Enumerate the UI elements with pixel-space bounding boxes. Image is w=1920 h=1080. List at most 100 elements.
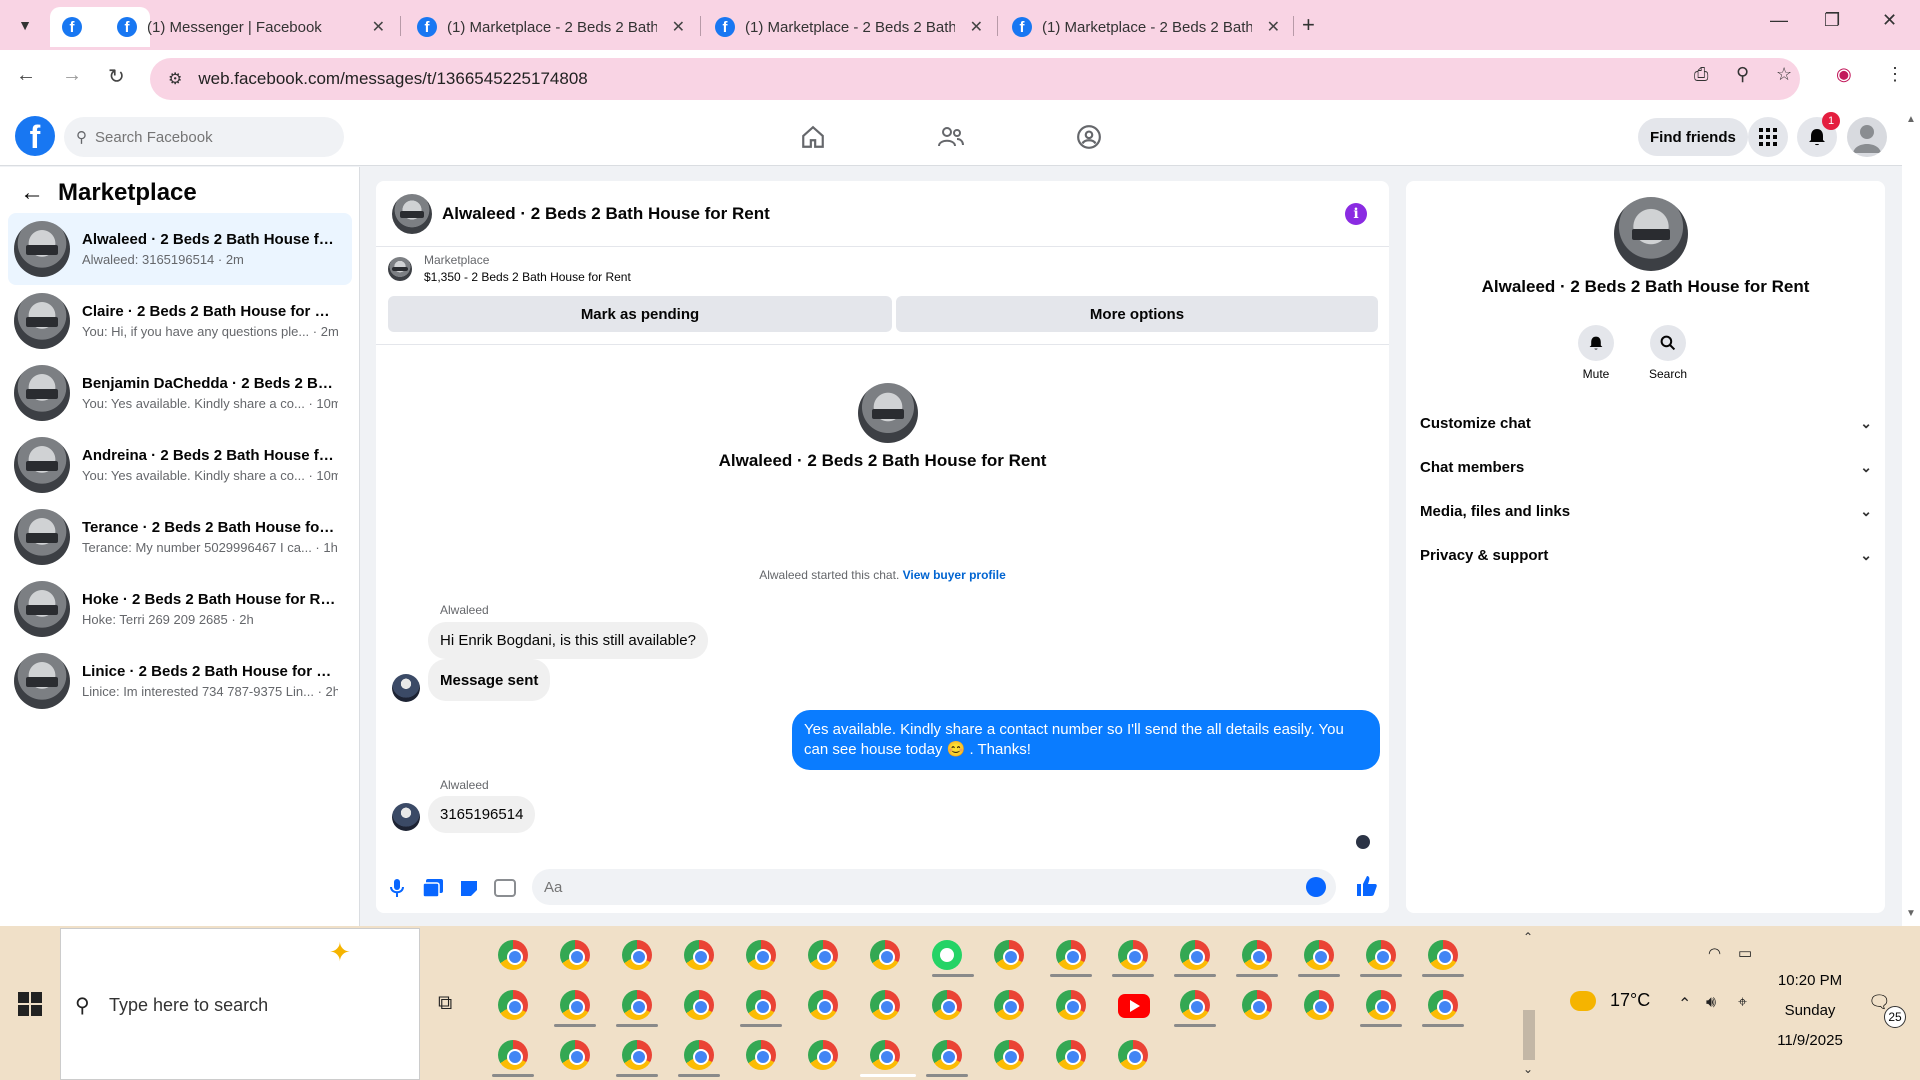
chrome-profile-icon[interactable] [932,990,962,1020]
page-scrollbar[interactable]: ▲ ▼ [1902,108,1920,926]
system-clock[interactable]: 10:20 PM Sunday 11/9/2025 [1740,966,1880,1056]
tab-close-icon[interactable]: ✕ [1267,17,1280,37]
chrome-profile-icon[interactable] [684,1040,714,1070]
groups-icon[interactable] [1074,122,1104,152]
privacy-support-row[interactable]: Privacy & support ⌄ [1420,537,1872,573]
chrome-profile-icon[interactable] [684,940,714,970]
chrome-profile-icon[interactable] [498,990,528,1020]
info-icon[interactable]: i [1345,203,1367,225]
bookmark-star-icon[interactable]: ☆ [1776,64,1792,85]
chrome-profile-icon[interactable] [1366,940,1396,970]
photo-icon[interactable] [422,877,444,899]
sticker-icon[interactable] [458,877,480,899]
conversation-item[interactable]: Terance · 2 Beds 2 Bath House for ... Te… [8,501,352,573]
chrome-profile-icon[interactable] [560,1040,590,1070]
chrome-profile-icon[interactable] [1242,940,1272,970]
chrome-profile-icon[interactable] [746,940,776,970]
taskbar-search-box[interactable]: ⚲ Type here to search ✦ [60,928,420,1080]
scroll-up-icon[interactable]: ▲ [1906,114,1916,125]
media-files-links-row[interactable]: Media, files and links ⌄ [1420,493,1872,529]
friends-icon[interactable] [936,122,966,152]
facebook-search-input[interactable] [95,128,315,146]
forward-arrow-icon[interactable]: → [62,64,82,87]
sender-avatar[interactable] [392,674,420,702]
weather-widget[interactable]: 17°C [1570,990,1650,1011]
chrome-profile-icon[interactable] [870,940,900,970]
chrome-profile-icon[interactable] [622,940,652,970]
chrome-profile-icon[interactable] [870,990,900,1020]
reload-icon[interactable]: ↻ [108,64,125,89]
new-tab-plus-icon[interactable]: + [1302,12,1315,38]
back-arrow-icon[interactable]: ← [16,64,36,87]
chrome-profile-icon[interactable] [1428,990,1458,1020]
chrome-profile-icon[interactable] [870,1040,900,1070]
address-bar[interactable]: ⚙ web.facebook.com/messages/t/1366545225… [150,58,1800,100]
emoji-icon[interactable] [1306,877,1326,897]
restore-icon[interactable]: ❐ [1824,10,1840,31]
taskbar-search-placeholder[interactable]: Type here to search [109,995,268,1016]
install-app-icon[interactable]: ⎙ [1694,64,1708,85]
conversation-item[interactable]: Claire · 2 Beds 2 Bath House for Re... Y… [8,285,352,357]
tab-marketplace-3[interactable]: f (1) Marketplace - 2 Beds 2 Bath ✕ [1000,7,1290,47]
scroll-down-icon[interactable]: ▼ [1906,908,1916,919]
chrome-profile-icon[interactable] [1180,990,1210,1020]
profile-icon[interactable]: ◉ [1836,64,1852,85]
tab-close-icon[interactable]: ✕ [970,17,983,37]
chrome-profile-icon[interactable] [560,990,590,1020]
chrome-profile-icon[interactable] [1428,940,1458,970]
chrome-profile-icon[interactable] [994,940,1024,970]
search-in-chat-button[interactable]: Search [1638,325,1698,381]
taskbar-overflow-scroll[interactable]: ⌃ ⌄ [1522,930,1536,1076]
mute-button[interactable]: Mute [1566,325,1626,381]
microphone-icon[interactable] [386,877,408,899]
chrome-profile-icon[interactable] [1366,990,1396,1020]
chrome-profile-icon[interactable] [808,940,838,970]
gif-icon[interactable] [494,877,516,899]
chrome-profile-icon[interactable] [498,940,528,970]
chrome-profile-icon[interactable] [622,1040,652,1070]
chrome-profile-icon[interactable] [1056,940,1086,970]
sender-avatar[interactable] [392,803,420,831]
chrome-profile-icon[interactable] [560,940,590,970]
youtube-icon[interactable] [1118,994,1150,1018]
back-arrow-icon[interactable]: ← [20,179,44,207]
tab-messenger-facebook[interactable]: f (1) Messenger | Facebook ✕ [105,7,395,47]
chrome-profile-icon[interactable] [994,1040,1024,1070]
message-input-box[interactable] [532,869,1336,905]
scroll-thumb[interactable] [1523,1010,1535,1060]
chrome-profile-icon[interactable] [1118,1040,1148,1070]
chrome-profile-icon[interactable] [684,990,714,1020]
chrome-profile-icon[interactable] [808,1040,838,1070]
customize-chat-row[interactable]: Customize chat ⌄ [1420,405,1872,441]
find-friends-button[interactable]: Find friends [1638,118,1748,156]
site-info-icon[interactable]: ⚙ [168,69,182,89]
task-view-icon[interactable]: ⧉ [438,992,452,1015]
windows-start-icon[interactable] [18,992,42,1016]
chat-title[interactable]: Alwaleed · 2 Beds 2 Bath House for Rent [442,204,770,224]
tab-search-chevron-icon[interactable]: ▼ [10,12,40,38]
chrome-profile-icon[interactable] [1118,940,1148,970]
browser-menu-icon[interactable]: ⋮ [1886,64,1904,85]
chrome-profile-icon[interactable] [1242,990,1272,1020]
tab-marketplace-1[interactable]: f (1) Marketplace - 2 Beds 2 Bath ✕ [405,7,695,47]
mark-as-pending-button[interactable]: Mark as pending [388,296,892,332]
more-options-button[interactable]: More options [896,296,1378,332]
conversation-item[interactable]: Benjamin DaChedda · 2 Beds 2 Bat... You:… [8,357,352,429]
chrome-profile-icon[interactable] [932,1040,962,1070]
volume-icon[interactable]: 🔊︎ [1706,994,1716,1012]
marketplace-listing-strip[interactable]: Marketplace $1,350 - 2 Beds 2 Bath House… [388,253,631,284]
wifi-icon[interactable]: ◠ [1708,944,1721,962]
minimize-icon[interactable]: — [1770,10,1788,31]
facebook-search-box[interactable]: ⚲ [64,117,344,157]
conversation-item[interactable]: Hoke · 2 Beds 2 Bath House for Rent Hoke… [8,573,352,645]
tab-close-icon[interactable]: ✕ [372,17,385,37]
chrome-profile-icon[interactable] [1056,1040,1086,1070]
url-text[interactable]: web.facebook.com/messages/t/136654522517… [198,69,587,89]
zoom-icon[interactable]: ⚲ [1736,64,1749,85]
chevron-down-icon[interactable]: ⌄ [1523,1062,1533,1076]
chrome-profile-icon[interactable] [1304,940,1334,970]
chrome-profile-icon[interactable] [746,1040,776,1070]
chevron-up-icon[interactable]: ⌃ [1523,930,1533,944]
window-close-icon[interactable]: ✕ [1882,10,1897,31]
chat-avatar[interactable] [392,193,432,234]
